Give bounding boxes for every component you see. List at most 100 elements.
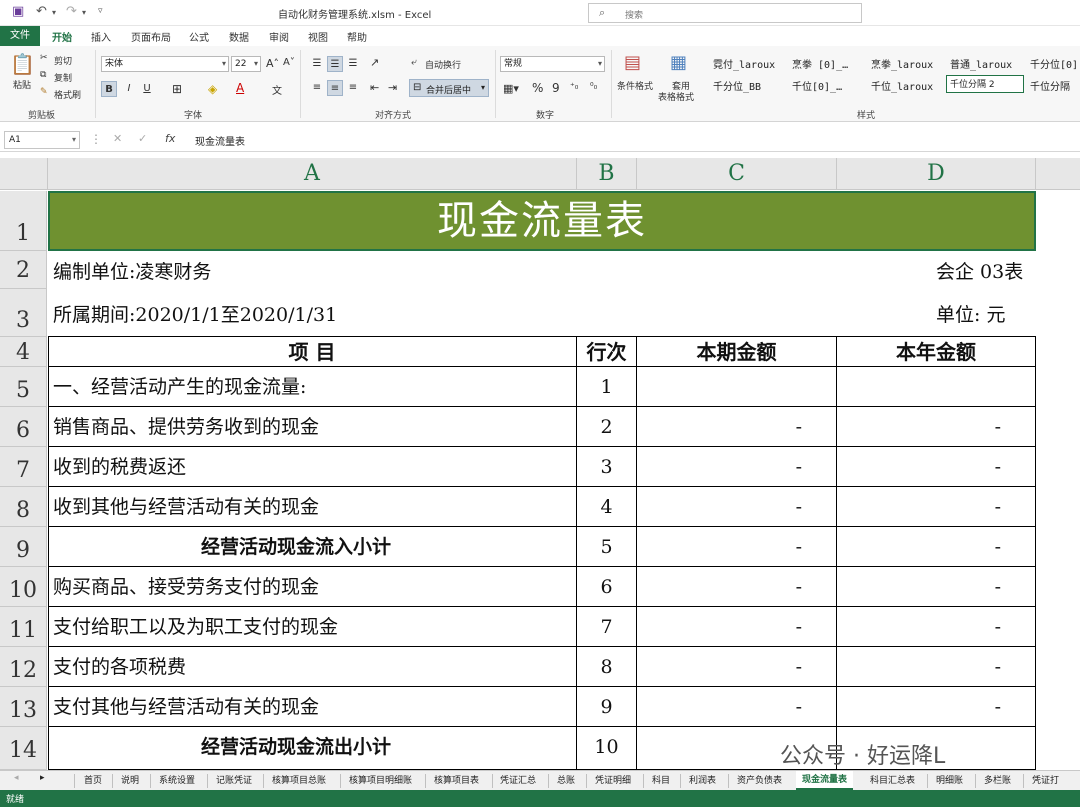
sheet-tab[interactable]: 科目汇总表 — [870, 773, 915, 786]
cell-style-10[interactable]: 千位分隔 — [1030, 78, 1070, 93]
tab-review[interactable]: 审阅 — [269, 29, 289, 44]
item-line[interactable]: 6 — [577, 567, 637, 607]
item-line[interactable]: 4 — [577, 487, 637, 527]
tab-view[interactable]: 视图 — [308, 29, 328, 44]
number-format-select[interactable]: 常规 ▾ — [500, 56, 605, 72]
customize-quick-access-icon[interactable]: ▿ — [98, 6, 103, 16]
tab-help[interactable]: 帮助 — [347, 29, 367, 44]
item-label[interactable]: 购买商品、接受劳务支付的现金 — [48, 567, 577, 607]
header-line[interactable]: 行次 — [577, 337, 637, 367]
undo-dropdown-icon[interactable]: ▾ — [52, 8, 56, 17]
insert-function-icon[interactable]: fx — [165, 132, 175, 145]
header-ytd[interactable]: 本年金额 — [837, 337, 1036, 367]
tab-data[interactable]: 数据 — [229, 29, 249, 44]
sheet-tab[interactable]: 科目 — [652, 773, 670, 786]
align-left-icon[interactable]: ≡ — [309, 80, 325, 96]
sheet-title-cell[interactable]: 现金流量表 — [48, 191, 1036, 251]
cell-style-1[interactable]: 霓付_laroux — [713, 56, 775, 71]
comma-button[interactable]: 9 — [552, 81, 560, 95]
select-all-corner[interactable] — [0, 158, 48, 190]
item-label[interactable]: 支付给职工以及为职工支付的现金 — [48, 607, 577, 647]
item-line[interactable]: 7 — [577, 607, 637, 647]
item-label[interactable]: 一、经营活动产生的现金流量: — [48, 367, 577, 407]
period-cell[interactable]: 所属期间:2020/1/1至2020/1/31 — [53, 300, 337, 327]
worksheet-grid[interactable]: A B C D 1 2 3 4 5 6 7 8 9 10 11 12 13 14… — [0, 158, 1080, 770]
item-ytd[interactable]: - — [837, 407, 1036, 447]
sheet-tab-active[interactable]: 现金流量表 — [796, 771, 854, 790]
sheet-tab[interactable]: 核算项目总账 — [272, 773, 326, 786]
sheet-tab[interactable]: 首页 — [84, 773, 102, 786]
decrease-indent-icon[interactable]: ⇤ — [370, 81, 379, 94]
increase-indent-icon[interactable]: ⇥ — [388, 81, 397, 94]
item-label[interactable]: 支付的各项税费 — [48, 647, 577, 687]
formula-input[interactable]: 现金流量表 — [195, 133, 245, 148]
item-ytd[interactable]: - — [837, 527, 1036, 567]
underline-button[interactable]: U — [139, 81, 155, 97]
item-current[interactable]: - — [637, 527, 837, 567]
row-header-8[interactable]: 8 — [0, 487, 47, 527]
cell-style-5[interactable]: 千分位[0] — [1030, 56, 1078, 71]
orientation-icon[interactable]: ↗ — [370, 56, 379, 69]
align-bottom-icon[interactable]: ☰ — [345, 56, 361, 72]
cell-style-selected[interactable]: 千位分隔 2 — [946, 75, 1024, 93]
row-header-3[interactable]: 3 — [0, 289, 47, 337]
item-line[interactable]: 10 — [577, 727, 637, 770]
cell-style-6[interactable]: 千分位_BB — [713, 78, 761, 93]
copy-button[interactable]: 复制 — [54, 71, 72, 84]
format-as-table-icon[interactable]: ▦ — [670, 52, 687, 73]
sheet-tab[interactable]: 凭证汇总 — [500, 773, 536, 786]
item-ytd[interactable]: - — [837, 607, 1036, 647]
tab-insert[interactable]: 插入 — [91, 29, 111, 44]
sheet-tab[interactable]: 记账凭证 — [216, 773, 252, 786]
row-header-1[interactable]: 1 — [0, 191, 47, 251]
column-header-a[interactable]: A — [48, 158, 577, 190]
item-line[interactable]: 8 — [577, 647, 637, 687]
item-ytd[interactable]: - — [837, 487, 1036, 527]
sheet-tab[interactable]: 系统设置 — [159, 773, 195, 786]
scroll-left-icon[interactable]: ◂ — [14, 773, 19, 783]
search-input[interactable]: ⌕ 搜索 — [588, 3, 862, 23]
item-current[interactable]: - — [637, 407, 837, 447]
paste-button[interactable]: 粘贴 — [13, 78, 31, 91]
sheet-tab[interactable]: 凭证打 — [1032, 773, 1059, 786]
conditional-format-button[interactable]: 条件格式 — [617, 79, 653, 92]
item-line[interactable]: 5 — [577, 527, 637, 567]
decrease-font-icon[interactable]: A˅ — [283, 57, 295, 68]
cut-icon[interactable]: ✂ — [40, 53, 48, 63]
sheet-tab[interactable]: 核算项目表 — [434, 773, 479, 786]
wrap-text-button[interactable]: 自动换行 — [425, 58, 461, 71]
increase-decimal-icon[interactable]: ⁺₀ — [570, 82, 578, 92]
name-box[interactable]: A1 ▾ — [4, 131, 80, 149]
conditional-format-icon[interactable]: ▤ — [624, 52, 641, 73]
merge-center-button[interactable]: ⊟ 合并后居中 ▾ — [409, 79, 489, 97]
borders-icon[interactable]: ⊞ — [172, 82, 182, 96]
row-header-7[interactable]: 7 — [0, 447, 47, 487]
item-current[interactable]: - — [637, 687, 837, 727]
bold-button[interactable]: B — [101, 81, 117, 97]
item-label[interactable]: 销售商品、提供劳务收到的现金 — [48, 407, 577, 447]
item-current[interactable]: - — [637, 647, 837, 687]
item-current[interactable]: - — [637, 607, 837, 647]
decrease-decimal-icon[interactable]: ⁰₀ — [590, 82, 597, 92]
cancel-icon[interactable]: ✕ — [113, 132, 122, 145]
header-current[interactable]: 本期金额 — [637, 337, 837, 367]
save-icon[interactable]: ▣ — [12, 4, 24, 19]
row-header-9[interactable]: 9 — [0, 527, 47, 567]
sheet-tab[interactable]: 说明 — [121, 773, 139, 786]
format-as-table-button-line2[interactable]: 表格格式 — [658, 90, 694, 103]
item-current[interactable]: - — [637, 487, 837, 527]
currency-icon[interactable]: ▦▾ — [503, 82, 519, 95]
fill-color-icon[interactable]: ◈ — [208, 82, 217, 96]
form-number-cell[interactable]: 会企 03表 — [936, 257, 1023, 284]
cell-style-8[interactable]: 千位_laroux — [871, 78, 933, 93]
cut-button[interactable]: 剪切 — [54, 54, 72, 67]
italic-button[interactable]: I — [121, 81, 137, 97]
row-header-2[interactable]: 2 — [0, 251, 47, 289]
item-line[interactable]: 1 — [577, 367, 637, 407]
item-line[interactable]: 3 — [577, 447, 637, 487]
row-header-11[interactable]: 11 — [0, 607, 47, 647]
font-name-select[interactable]: 宋体 ▾ — [101, 56, 229, 72]
sheet-tab[interactable]: 凭证明细 — [595, 773, 631, 786]
row-header-10[interactable]: 10 — [0, 567, 47, 607]
percent-button[interactable]: % — [532, 81, 543, 95]
